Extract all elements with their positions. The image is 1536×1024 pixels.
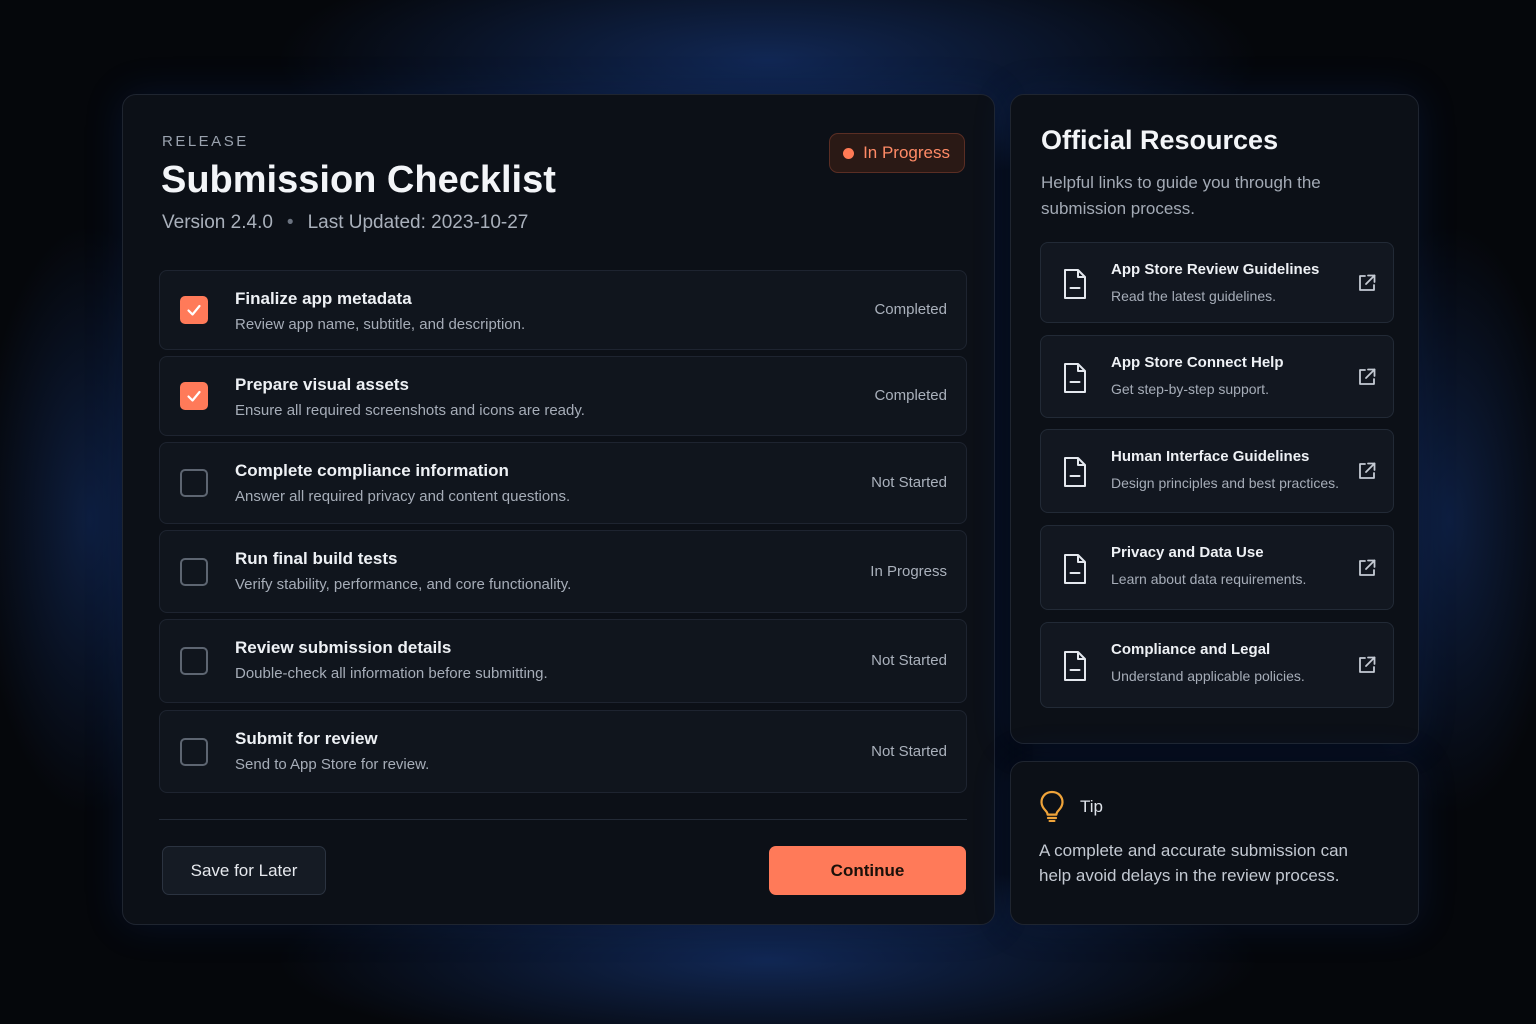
- resource-title: App Store Connect Help: [1111, 354, 1284, 371]
- task-checkbox[interactable]: [180, 469, 208, 497]
- checkmark-icon: [187, 390, 201, 402]
- task-row[interactable]: Finalize app metadata Review app name, s…: [159, 270, 967, 350]
- resource-description: Read the latest guidelines.: [1111, 288, 1276, 304]
- task-name: Prepare visual assets: [235, 375, 409, 394]
- resource-description: Design principles and best practices.: [1111, 475, 1340, 491]
- task-status: Not Started: [871, 652, 947, 669]
- meta-separator: •: [286, 212, 294, 233]
- external-link-icon[interactable]: [1357, 367, 1377, 392]
- task-name: Run final build tests: [235, 549, 398, 568]
- external-link-icon[interactable]: [1357, 655, 1377, 680]
- resource-description: Understand applicable policies.: [1111, 668, 1305, 684]
- resource-title: App Store Review Guidelines: [1111, 261, 1320, 278]
- version-meta: Version 2.4.0 • Last Updated: 2023-10-27: [162, 212, 528, 234]
- external-link-icon[interactable]: [1357, 273, 1377, 298]
- resource-description: Get step-by-step support.: [1111, 381, 1269, 397]
- lightbulb-icon: [1039, 790, 1065, 827]
- resource-description: Learn about data requirements.: [1111, 571, 1307, 587]
- task-description: Verify stability, performance, and core …: [235, 576, 572, 593]
- external-link-icon[interactable]: [1357, 558, 1377, 583]
- document-icon: [1062, 456, 1088, 493]
- task-checkbox[interactable]: [180, 647, 208, 675]
- resource-link-card[interactable]: Compliance and Legal Understand applicabl…: [1040, 622, 1394, 708]
- resource-title: Compliance and Legal: [1111, 641, 1271, 658]
- task-name: Review submission details: [235, 638, 452, 657]
- checklist-panel: RELEASE Submission Checklist Version 2.4…: [122, 94, 995, 925]
- task-name: Complete compliance information: [235, 461, 509, 480]
- continue-button[interactable]: Continue: [769, 846, 966, 895]
- task-name: Finalize app metadata: [235, 289, 412, 308]
- last-updated-label: Last Updated: 2023-10-27: [307, 212, 529, 233]
- page-title: Submission Checklist: [161, 159, 556, 201]
- task-description: Ensure all required screenshots and icon…: [235, 402, 585, 419]
- resources-subtitle: Helpful links to guide you through the s…: [1041, 173, 1321, 218]
- status-badge: In Progress: [829, 133, 965, 173]
- resources-title: Official Resources: [1041, 125, 1279, 155]
- tip-panel: Tip A complete and accurate submission c…: [1010, 761, 1419, 925]
- task-description: Send to App Store for review.: [235, 756, 430, 773]
- save-for-later-button[interactable]: Save for Later: [162, 846, 326, 895]
- task-description: Answer all required privacy and content …: [235, 488, 571, 505]
- task-row[interactable]: Complete compliance information Answer a…: [159, 442, 967, 524]
- document-icon: [1062, 650, 1088, 687]
- document-icon: [1062, 362, 1088, 399]
- resource-link-card[interactable]: App Store Review Guidelines Read the late…: [1040, 242, 1394, 323]
- task-name: Submit for review: [235, 729, 378, 748]
- resource-link-card[interactable]: App Store Connect Help Get step-by-step s…: [1040, 335, 1394, 418]
- task-row[interactable]: Run final build tests Verify stability, …: [159, 530, 967, 613]
- task-checkbox[interactable]: [180, 557, 208, 586]
- status-dot-icon: [843, 147, 855, 159]
- task-status: Completed: [874, 301, 947, 318]
- task-row[interactable]: Review submission details Double-check a…: [159, 619, 967, 703]
- task-checkbox[interactable]: [180, 382, 208, 410]
- status-badge-label: In Progress: [863, 143, 950, 162]
- version-label: Version 2.4.0: [162, 212, 273, 233]
- task-checkbox[interactable]: [180, 737, 208, 766]
- resource-title: Privacy and Data Use: [1111, 544, 1264, 561]
- footer-divider: [159, 819, 967, 820]
- task-checkbox[interactable]: [180, 296, 208, 324]
- resource-link-card[interactable]: Privacy and Data Use Learn about data req…: [1040, 525, 1394, 610]
- resources-panel: Official Resources Helpful links to guid…: [1010, 94, 1419, 744]
- task-status: In Progress: [870, 562, 947, 580]
- resource-title: Human Interface Guidelines: [1111, 448, 1310, 465]
- document-icon: [1062, 268, 1088, 305]
- task-row[interactable]: Submit for review Send to App Store for …: [159, 710, 967, 793]
- document-icon: [1062, 553, 1088, 590]
- external-link-icon[interactable]: [1357, 461, 1377, 486]
- tip-label: Tip: [1080, 797, 1103, 816]
- resource-link-card[interactable]: Human Interface Guidelines Design princip…: [1040, 429, 1394, 513]
- task-row[interactable]: Prepare visual assets Ensure all require…: [159, 356, 967, 436]
- task-status: Completed: [874, 387, 947, 404]
- task-description: Review app name, subtitle, and descripti…: [235, 316, 526, 333]
- tip-text: A complete and accurate submission can h…: [1039, 841, 1349, 885]
- section-eyebrow: RELEASE: [162, 133, 249, 150]
- task-description: Double-check all information before subm…: [235, 665, 548, 682]
- checkmark-icon: [187, 304, 201, 316]
- task-status: Not Started: [871, 742, 947, 760]
- task-status: Not Started: [871, 474, 947, 491]
